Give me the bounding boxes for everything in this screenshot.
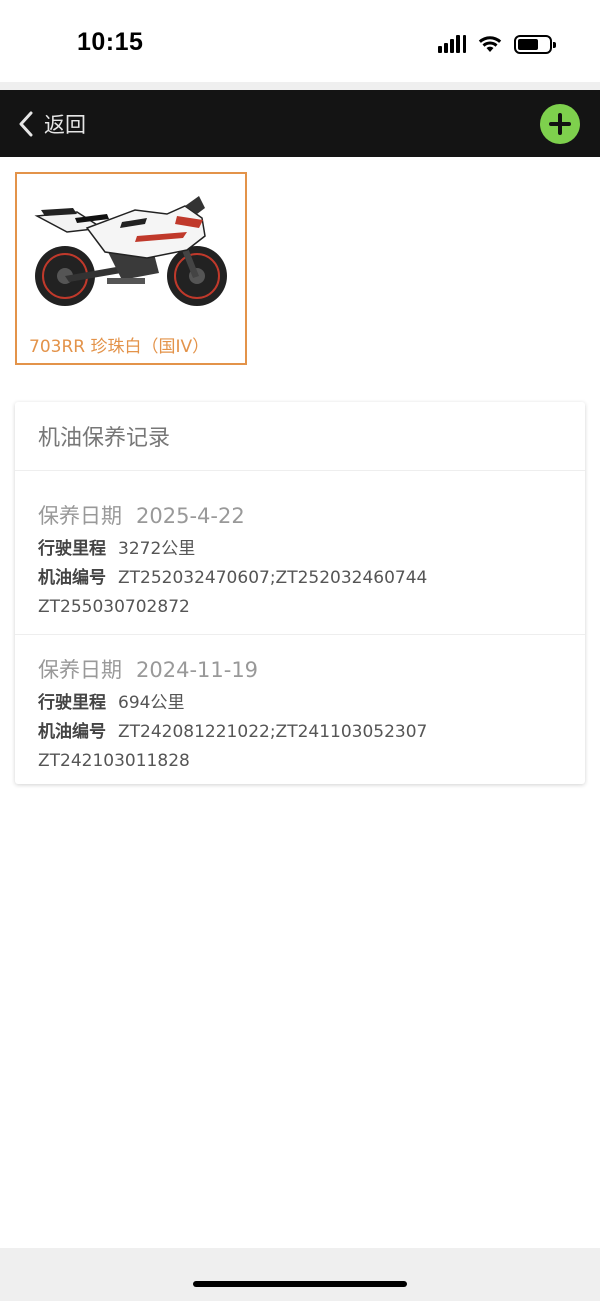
status-bar: 10:15: [0, 0, 600, 82]
plus-icon: [549, 113, 571, 135]
maintenance-record-card: 机油保养记录 保养日期 2025-4-22 行驶里程 3272公里 机油编号 ZT25…: [15, 402, 585, 784]
oil-code-line: 机油编号 ZT242081221022;ZT241103052307: [38, 718, 562, 747]
oil-code-value: ZT252032470607;ZT252032460744: [118, 568, 428, 588]
mileage-label: 行驶里程: [38, 693, 106, 713]
record-date-line: 保养日期 2025-4-22: [38, 503, 562, 529]
mileage-line: 行驶里程 694公里: [38, 689, 562, 718]
oil-code-label: 机油编号: [38, 722, 106, 742]
back-button[interactable]: 返回: [18, 106, 86, 142]
wifi-icon: [478, 36, 502, 52]
date-value: 2025-4-22: [136, 504, 245, 528]
oil-code-value: ZT242081221022;ZT241103052307: [118, 722, 428, 742]
mileage-value: 3272公里: [118, 539, 196, 559]
back-label: 返回: [44, 113, 86, 137]
home-indicator[interactable]: [193, 1281, 407, 1287]
mileage-label: 行驶里程: [38, 539, 106, 559]
vehicle-card[interactable]: 703RR 珍珠白（国IV）: [15, 172, 247, 365]
date-value: 2024-11-19: [136, 658, 259, 682]
card-title: 机油保养记录: [15, 402, 585, 471]
add-button[interactable]: [540, 104, 580, 144]
record-date-line: 保养日期 2024-11-19: [38, 657, 562, 683]
motorcycle-image: [34, 196, 227, 306]
date-label: 保养日期: [38, 504, 122, 528]
header-divider: [0, 82, 600, 90]
battery-icon: [514, 34, 556, 54]
record-item[interactable]: 保养日期 2024-11-19 行驶里程 694公里 机油编号 ZT242081221…: [15, 635, 585, 783]
oil-code-continued: ZT255030702872: [38, 597, 190, 617]
oil-code-line: 机油编号 ZT252032470607;ZT252032460744: [38, 564, 562, 593]
status-time: 10:15: [77, 28, 144, 56]
vehicle-name: 703RR 珍珠白（国IV）: [29, 337, 210, 357]
status-icons: [438, 32, 556, 56]
navigation-bar: 返回: [0, 90, 600, 157]
record-item[interactable]: 保养日期 2025-4-22 行驶里程 3272公里 机油编号 ZT252032470…: [15, 471, 585, 635]
oil-code-continued: ZT242103011828: [38, 751, 190, 771]
mileage-line: 行驶里程 3272公里: [38, 535, 562, 564]
mileage-value: 694公里: [118, 693, 185, 713]
signal-icon: [438, 35, 466, 53]
bottom-bar: [0, 1248, 600, 1301]
oil-code-label: 机油编号: [38, 568, 106, 588]
chevron-left-icon: [19, 111, 33, 137]
date-label: 保养日期: [38, 658, 122, 682]
